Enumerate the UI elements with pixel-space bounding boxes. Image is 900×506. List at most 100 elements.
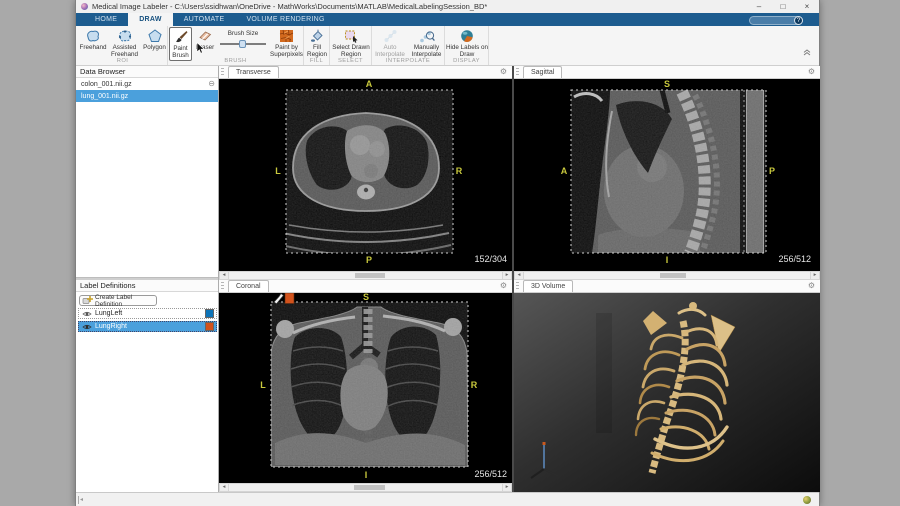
label-name: LungLeft <box>95 310 122 317</box>
tab-automate[interactable]: AUTOMATE <box>173 13 236 26</box>
tab-home[interactable]: HOME <box>84 13 128 26</box>
freehand-icon <box>85 28 101 43</box>
fill-bucket-icon <box>310 28 324 43</box>
maximize-button[interactable]: □ <box>771 0 795 13</box>
orientation-label-posterior: P <box>769 166 775 176</box>
file-row-colon[interactable]: colon_001.nii.gz ⊖ <box>76 78 218 90</box>
panel-grip[interactable] <box>516 282 519 291</box>
slice-indicator: 152/304 <box>474 254 507 264</box>
superpixels-icon <box>279 28 294 43</box>
scroll-right-icon[interactable]: ▸ <box>502 272 511 279</box>
group-roi: Freehand Assisted Freehand Polygon ROI <box>78 26 168 65</box>
orientation-label-anterior: A <box>561 166 568 176</box>
gear-icon[interactable]: ⚙ <box>808 68 815 76</box>
brush-size-control[interactable]: Brush Size <box>217 28 269 45</box>
scrollbar-thumb[interactable] <box>354 485 385 490</box>
group-label-select: SELECT <box>330 58 371 64</box>
coronal-ct-image[interactable]: S I L R 256/512 <box>219 293 512 483</box>
panel-grip[interactable] <box>221 282 224 291</box>
orientation-label-superior: S <box>363 293 369 302</box>
coronal-hscrollbar[interactable]: ◂ ▸ <box>219 483 512 492</box>
scroll-right-icon[interactable]: ▸ <box>502 484 511 491</box>
desktop: Medical Image Labeler - C:\Users\ssidhwa… <box>0 0 900 506</box>
transverse-ct-image[interactable]: A P L R 152/304 <box>219 79 512 271</box>
orientation-label-inferior: I <box>666 255 669 265</box>
gear-icon[interactable]: ⚙ <box>500 68 507 76</box>
assisted-freehand-icon <box>117 28 133 43</box>
assisted-freehand-button[interactable]: Assisted Freehand <box>108 28 141 58</box>
slice-indicator: 256/512 <box>474 469 507 479</box>
mouse-cursor <box>196 42 205 54</box>
help-icon[interactable]: ? <box>794 16 803 25</box>
tab-3d-volume[interactable]: 3D Volume <box>523 280 573 292</box>
left-panel: Data Browser colon_001.nii.gz ⊖ lung_001… <box>76 66 219 492</box>
orientation-label-superior: S <box>664 79 670 89</box>
label-color-swatch[interactable] <box>205 322 214 331</box>
label-row-lungleft[interactable]: LungLeft <box>78 308 217 319</box>
quick-access-pill[interactable]: ? <box>749 16 803 25</box>
orientation-label-anterior: A <box>366 79 373 89</box>
gear-icon[interactable]: ⚙ <box>500 282 507 290</box>
scroll-left-icon[interactable]: ◂ <box>220 484 229 491</box>
brush-color-swatch <box>285 293 294 304</box>
select-drawn-region-button[interactable]: Select Drawn Region <box>330 28 372 58</box>
polygon-icon <box>148 28 162 43</box>
close-button[interactable]: × <box>795 0 819 13</box>
panel-grip[interactable] <box>516 68 519 77</box>
label-color-swatch[interactable] <box>205 309 214 318</box>
group-brush: Paint Brush Eraser Brush Size Paint by S… <box>168 26 304 65</box>
polygon-button[interactable]: Polygon <box>141 28 168 51</box>
brush-size-slider[interactable] <box>220 43 266 45</box>
sagittal-ct-image[interactable]: S I A P 256/512 <box>514 79 820 271</box>
scroll-left-icon[interactable]: ◂ <box>220 272 229 279</box>
gear-icon[interactable]: ⚙ <box>808 282 815 290</box>
fill-region-button[interactable]: Fill Region <box>304 28 330 58</box>
visibility-eye-icon[interactable] <box>82 323 92 331</box>
create-label-definition-label: Create Label Definition <box>95 294 156 308</box>
auto-interpolate-button[interactable]: Auto Interpolate <box>372 28 408 58</box>
hide-labels-on-draw-button[interactable]: Hide Labels on Draw <box>445 28 489 58</box>
tab-sagittal[interactable]: Sagittal <box>523 66 562 78</box>
freehand-button[interactable]: Freehand <box>78 28 108 51</box>
group-label-fill: FILL <box>304 58 329 64</box>
scroll-left-icon[interactable]: ◂ <box>515 272 524 279</box>
sagittal-hscrollbar[interactable]: ◂ ▸ <box>514 271 820 280</box>
orientation-label-posterior: P <box>366 255 372 265</box>
create-label-definition-button[interactable]: Create Label Definition <box>79 295 157 306</box>
remove-file-icon[interactable]: ⊖ <box>208 80 215 88</box>
select-region-icon <box>344 28 359 43</box>
slice-indicator: 256/512 <box>778 254 811 264</box>
panel-collapse-grip[interactable]: ◂ <box>78 496 83 504</box>
tab-coronal[interactable]: Coronal <box>228 280 269 292</box>
tab-draw[interactable]: DRAW <box>128 13 173 26</box>
label-definitions-title: Label Definitions <box>80 281 135 290</box>
scrollbar-thumb[interactable] <box>660 273 686 278</box>
tab-transverse[interactable]: Transverse <box>228 66 279 78</box>
tab-volume-rendering[interactable]: VOLUME RENDERING <box>235 13 335 26</box>
label-row-lungright[interactable]: LungRight <box>78 321 217 332</box>
ribbon-tab-strip: HOME DRAW AUTOMATE VOLUME RENDERING ? <box>76 13 819 26</box>
visibility-eye-icon[interactable] <box>82 310 92 318</box>
collapse-ribbon-icon[interactable] <box>803 43 811 61</box>
orientation-label-right: R <box>456 166 463 176</box>
minimize-button[interactable]: – <box>747 0 771 13</box>
orientation-label-left: L <box>275 166 281 176</box>
file-name: lung_001.nii.gz <box>81 93 128 100</box>
volume-3d-render[interactable] <box>514 293 820 492</box>
manually-interpolate-button[interactable]: Manually Interpolate <box>408 28 445 58</box>
scroll-right-icon[interactable]: ▸ <box>810 272 819 279</box>
brush-size-slider-thumb[interactable] <box>239 40 246 48</box>
file-row-lung[interactable]: lung_001.nii.gz <box>76 90 218 102</box>
group-fill: Fill Region FILL <box>304 26 330 65</box>
group-label-brush: BRUSH <box>168 58 303 64</box>
group-label-roi: ROI <box>78 58 167 64</box>
paint-brush-button[interactable]: Paint Brush <box>169 27 192 61</box>
transverse-hscrollbar[interactable]: ◂ ▸ <box>219 271 512 280</box>
window-title: Medical Image Labeler - C:\Users\ssidhwa… <box>92 2 487 11</box>
manually-interpolate-icon <box>419 28 435 43</box>
panel-grip[interactable] <box>221 68 224 77</box>
group-label-interpolate: INTERPOLATE <box>372 58 444 64</box>
status-globe-icon <box>803 496 811 504</box>
scrollbar-thumb[interactable] <box>355 273 385 278</box>
paint-by-superpixels-button[interactable]: Paint by Superpixels <box>269 28 304 58</box>
